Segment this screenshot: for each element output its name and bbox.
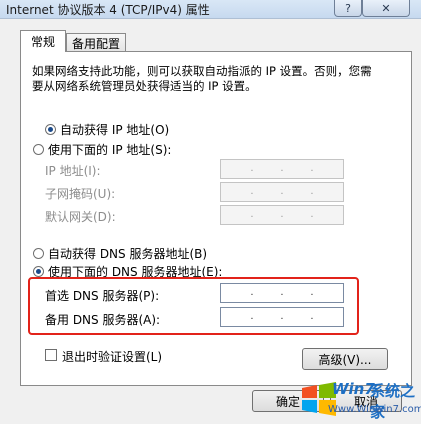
ok-button-label: 确定 <box>275 394 300 409</box>
tab-label: 常规 <box>30 35 55 49</box>
dns-manual-radio[interactable] <box>33 266 44 277</box>
subnet-mask-label: 子网掩码(U): <box>45 187 116 201</box>
ip-address-label: IP 地址(I): <box>45 164 101 178</box>
default-gateway-label: 默认网关(D): <box>45 210 116 224</box>
ip-address-field[interactable]: ... <box>220 159 344 179</box>
help-icon: ? <box>345 1 351 15</box>
tab-alternate-configuration[interactable]: 备用配置 <box>66 33 126 52</box>
subnet-mask-field[interactable]: ... <box>220 182 344 202</box>
title-bar: Internet 协议版本 4 (TCP/IPv4) 属性 ? ✕ <box>0 0 421 19</box>
default-gateway-field[interactable]: ... <box>220 205 344 225</box>
help-button[interactable]: ? <box>334 0 362 17</box>
watermark-url: Www.Winwin7.com <box>328 404 421 415</box>
advanced-button[interactable]: 高级(V)... <box>302 348 388 370</box>
subnet-mask-value: ... <box>250 186 314 197</box>
default-gateway-value: ... <box>250 209 314 220</box>
ip-manual-label: 使用下面的 IP 地址(S): <box>48 143 172 157</box>
close-button[interactable]: ✕ <box>362 0 410 17</box>
window-title: Internet 协议版本 4 (TCP/IPv4) 属性 <box>6 3 210 17</box>
ip-auto-radio[interactable] <box>45 124 56 135</box>
description-text: 如果网络支持此功能，则可以获取自动指派的 IP 设置。否则，您需要从网络系统管理… <box>32 64 372 93</box>
dns-auto-label: 自动获得 DNS 服务器地址(B) <box>48 247 208 261</box>
advanced-button-label: 高级(V)... <box>318 352 372 367</box>
dns-highlight-box <box>28 277 359 335</box>
ip-manual-radio[interactable] <box>33 144 44 155</box>
tab-label: 备用配置 <box>71 36 120 51</box>
validate-on-exit-label: 退出时验证设置(L) <box>62 350 163 364</box>
tab-general[interactable]: 常规 <box>20 30 66 52</box>
ip-address-value: ... <box>250 163 314 174</box>
close-icon: ✕ <box>381 1 391 15</box>
watermark-brand: Win7 <box>332 380 375 398</box>
site-watermark: Win7 系统之家 Www.Winwin7.com <box>298 376 421 424</box>
dns-auto-radio[interactable] <box>33 248 44 259</box>
watermark-site-name: 系统之家 <box>370 382 416 421</box>
validate-on-exit-checkbox[interactable] <box>45 349 57 361</box>
ip-auto-label: 自动获得 IP 地址(O) <box>60 123 170 137</box>
